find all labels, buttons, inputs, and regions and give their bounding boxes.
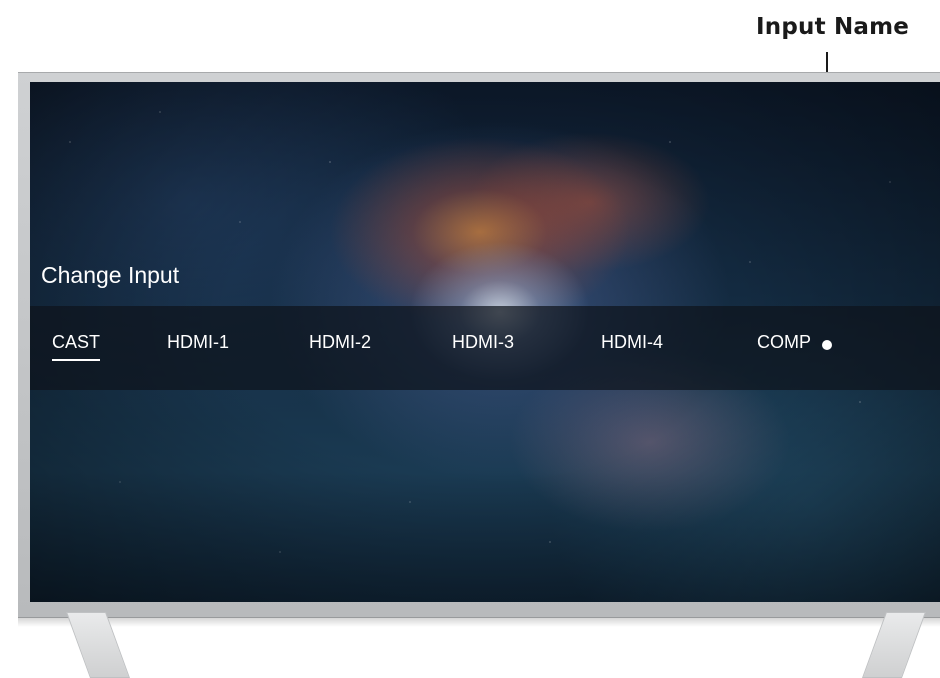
input-item-hdmi-3[interactable]: HDMI-3 xyxy=(452,332,514,359)
input-item-cast[interactable]: CAST xyxy=(52,332,101,361)
input-item-hdmi-2[interactable]: HDMI-2 xyxy=(309,332,371,359)
menu-title: Change Input xyxy=(41,262,180,288)
tv-screen: Change Input CAST HDMI-1 HDMI-2 HDMI-3 H… xyxy=(30,82,940,602)
callout-label: Input Name xyxy=(756,14,910,40)
input-item-comp[interactable]: COMP xyxy=(757,332,811,359)
input-item-hdmi-1[interactable]: HDMI-1 xyxy=(167,332,229,359)
dot-icon xyxy=(822,340,832,350)
input-item-hdmi-4[interactable]: HDMI-4 xyxy=(601,332,663,359)
tv-bottom-shadow xyxy=(18,617,940,627)
